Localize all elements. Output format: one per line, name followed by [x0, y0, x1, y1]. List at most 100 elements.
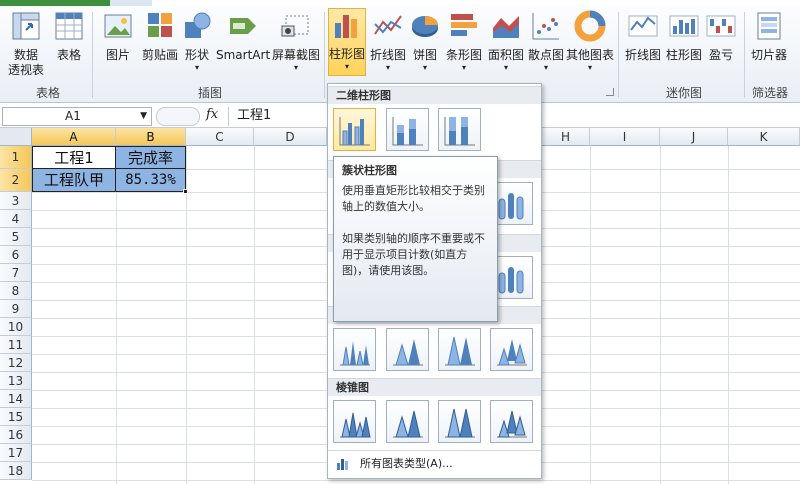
- row-header[interactable]: 4: [0, 210, 32, 228]
- column-header-k[interactable]: K: [728, 128, 800, 146]
- name-box[interactable]: A1 ▼: [2, 107, 152, 126]
- insert-function-icon[interactable]: fx: [206, 107, 218, 122]
- row-header[interactable]: 8: [0, 282, 32, 300]
- column-header-d[interactable]: D: [254, 128, 327, 146]
- sparkline-column-button[interactable]: 柱形图: [664, 10, 704, 63]
- scatter-chart-button[interactable]: 散点图 ▾: [526, 10, 566, 73]
- select-all-corner[interactable]: [0, 128, 32, 146]
- row-header[interactable]: 5: [0, 228, 32, 246]
- sparkline-column-icon: [669, 15, 699, 37]
- chevron-down-icon[interactable]: ▼: [140, 108, 147, 125]
- cone-stacked-option[interactable]: [386, 328, 429, 371]
- grid-line: [728, 146, 729, 484]
- row-header[interactable]: 18: [0, 462, 32, 480]
- line-chart-button[interactable]: 折线图 ▾: [368, 10, 408, 73]
- slicer-button[interactable]: 切片器: [748, 10, 790, 63]
- other-charts-button[interactable]: 其他图表 ▾: [566, 10, 614, 73]
- clustered-column-option[interactable]: [333, 108, 376, 151]
- fill-handle[interactable]: [183, 189, 188, 194]
- scatter-chart-label: 散点图: [527, 48, 564, 62]
- row-header[interactable]: 3: [0, 192, 32, 210]
- all-chart-types-label: 所有图表类型(A)...: [360, 457, 453, 470]
- column-header-c[interactable]: C: [186, 128, 254, 146]
- stacked-column-option[interactable]: [386, 108, 429, 151]
- cone-icon: [340, 341, 370, 366]
- pivot-table-button[interactable]: 数据 透视表: [4, 10, 48, 78]
- row-header[interactable]: 15: [0, 408, 32, 426]
- cone-100-stacked-option[interactable]: [438, 328, 481, 371]
- file-tab[interactable]: [0, 0, 110, 6]
- group-label-illustrations: 插图: [197, 86, 222, 100]
- bar-chart-dropdown-arrow: ▾: [461, 63, 466, 72]
- tooltip-description: 使用垂直矩形比较相交于类别轴上的数值大小。: [342, 184, 485, 213]
- pie-chart-button[interactable]: 饼图 ▾: [408, 10, 442, 73]
- pyramid-3d-option[interactable]: [490, 400, 533, 443]
- column-chart-icon: [335, 15, 357, 38]
- grid-line: [186, 146, 187, 484]
- bar-chart-icon: [451, 14, 477, 36]
- cone-3d-option[interactable]: [490, 328, 533, 371]
- pie-chart-label: 饼图: [412, 48, 437, 62]
- separator: [324, 12, 325, 98]
- pyramid-100-stacked-icon: [445, 408, 475, 438]
- column-header-h[interactable]: H: [542, 128, 590, 146]
- row-header[interactable]: 16: [0, 426, 32, 444]
- row-header[interactable]: 12: [0, 354, 32, 372]
- shapes-dropdown-arrow: ▾: [194, 63, 199, 72]
- picture-button[interactable]: 图片: [98, 10, 138, 63]
- pyramid-clustered-option[interactable]: [333, 400, 376, 443]
- column-header-b[interactable]: B: [116, 128, 186, 146]
- row-header[interactable]: 9: [0, 300, 32, 318]
- row-header[interactable]: 2: [0, 169, 32, 192]
- row-header[interactable]: 10: [0, 318, 32, 336]
- sparkline-line-button[interactable]: 折线图: [622, 10, 664, 63]
- pyramid-3d-icon: [497, 410, 527, 438]
- row-header[interactable]: 6: [0, 246, 32, 264]
- row-header[interactable]: 17: [0, 444, 32, 462]
- grid-line: [32, 480, 800, 481]
- cone-100-stacked-icon: [445, 336, 475, 366]
- clip-art-button[interactable]: 剪贴画: [138, 10, 182, 63]
- group-label-tables: 表格: [35, 86, 60, 100]
- row-header[interactable]: 11: [0, 336, 32, 354]
- screenshot-button[interactable]: 屏幕截图 ▾: [270, 10, 322, 73]
- row-header[interactable]: 7: [0, 264, 32, 282]
- group-label-filters: 筛选器: [751, 86, 788, 100]
- row-header[interactable]: 13: [0, 372, 32, 390]
- column-header-a[interactable]: A: [32, 128, 116, 146]
- stacked-column-icon: [392, 117, 423, 146]
- column-chart-button[interactable]: 柱形图 ▾: [328, 8, 366, 76]
- charts-dialog-launcher[interactable]: [606, 88, 614, 96]
- bar-chart-button[interactable]: 条形图 ▾: [444, 10, 484, 73]
- pyramid-stacked-option[interactable]: [386, 400, 429, 443]
- sparkline-line-label: 折线图: [624, 48, 661, 62]
- smartart-button[interactable]: SmartArt: [216, 10, 270, 63]
- separator: [744, 12, 745, 98]
- column-header-i[interactable]: I: [590, 128, 660, 146]
- table-button[interactable]: 表格: [52, 10, 86, 63]
- clustered-column-icon: [339, 117, 370, 146]
- column-header-j[interactable]: J: [660, 128, 728, 146]
- cell-a2[interactable]: 工程队甲: [32, 169, 116, 192]
- section-2d-column: 二维柱形图: [328, 86, 541, 104]
- 100-stacked-column-option[interactable]: [438, 108, 481, 151]
- pyramid-100-stacked-option[interactable]: [438, 400, 481, 443]
- sparkline-column-label: 柱形图: [665, 48, 702, 62]
- bar-chart-label: 条形图: [445, 48, 482, 62]
- cell-a1[interactable]: 工程1: [32, 146, 116, 169]
- cell-b1[interactable]: 完成率: [116, 146, 186, 169]
- table-icon: [55, 12, 83, 40]
- all-chart-types-link[interactable]: 所有图表类型(A)...: [332, 454, 537, 474]
- shapes-button[interactable]: 形状 ▾: [182, 10, 212, 73]
- cell-b2[interactable]: 85.33%: [116, 169, 186, 192]
- sparkline-winloss-button[interactable]: 盈亏: [704, 10, 738, 63]
- chart-icon: [337, 459, 348, 470]
- area-chart-dropdown-arrow: ▾: [503, 63, 508, 72]
- row-header[interactable]: 1: [0, 146, 32, 169]
- tooltip-usage: 如果类别轴的顺序不重要或不用于显示项目计数(如直方图)，请使用该图。: [342, 232, 485, 277]
- separator: [618, 12, 619, 98]
- screenshot-icon: [281, 15, 309, 37]
- cone-clustered-option[interactable]: [333, 328, 376, 371]
- area-chart-button[interactable]: 面积图 ▾: [486, 10, 526, 73]
- row-header[interactable]: 14: [0, 390, 32, 408]
